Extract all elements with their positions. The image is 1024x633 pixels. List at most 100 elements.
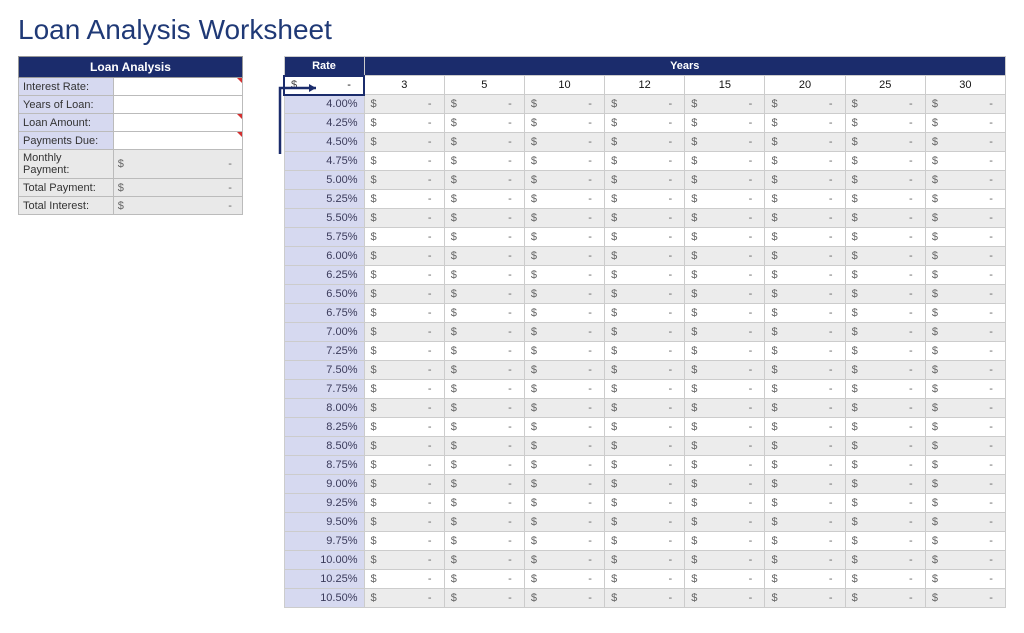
grid-cell[interactable]: $-: [364, 380, 444, 399]
loan-row-value[interactable]: [113, 96, 242, 114]
grid-cell[interactable]: $-: [925, 380, 1005, 399]
grid-cell[interactable]: $-: [685, 570, 765, 589]
grid-cell[interactable]: $-: [685, 228, 765, 247]
grid-cell[interactable]: $-: [364, 114, 444, 133]
grid-cell[interactable]: $-: [444, 266, 524, 285]
grid-cell[interactable]: $-: [765, 171, 845, 190]
grid-cell[interactable]: $-: [364, 152, 444, 171]
grid-cell[interactable]: $-: [524, 437, 604, 456]
grid-cell[interactable]: $-: [605, 532, 685, 551]
grid-cell[interactable]: $-: [524, 95, 604, 114]
grid-cell[interactable]: $-: [364, 304, 444, 323]
grid-cell[interactable]: $-: [364, 532, 444, 551]
grid-cell[interactable]: $-: [524, 190, 604, 209]
grid-cell[interactable]: $-: [685, 399, 765, 418]
grid-cell[interactable]: $-: [685, 133, 765, 152]
grid-cell[interactable]: $-: [364, 228, 444, 247]
grid-cell[interactable]: $-: [364, 456, 444, 475]
grid-cell[interactable]: $-: [364, 570, 444, 589]
grid-cell[interactable]: $-: [444, 114, 524, 133]
grid-cell[interactable]: $-: [364, 171, 444, 190]
grid-cell[interactable]: $-: [685, 361, 765, 380]
grid-cell[interactable]: $-: [845, 494, 925, 513]
grid-cell[interactable]: $-: [605, 266, 685, 285]
grid-cell[interactable]: $-: [444, 133, 524, 152]
grid-cell[interactable]: $-: [845, 589, 925, 608]
grid-cell[interactable]: $-: [845, 95, 925, 114]
grid-cell[interactable]: $-: [605, 190, 685, 209]
grid-cell[interactable]: $-: [364, 342, 444, 361]
grid-cell[interactable]: $-: [524, 513, 604, 532]
grid-cell[interactable]: $-: [765, 532, 845, 551]
grid-cell[interactable]: $-: [444, 418, 524, 437]
grid-cell[interactable]: $-: [364, 475, 444, 494]
grid-cell[interactable]: $-: [524, 247, 604, 266]
grid-cell[interactable]: $-: [524, 342, 604, 361]
grid-cell[interactable]: $-: [524, 418, 604, 437]
grid-cell[interactable]: $-: [845, 114, 925, 133]
grid-cell[interactable]: $-: [925, 513, 1005, 532]
grid-cell[interactable]: $-: [685, 247, 765, 266]
grid-cell[interactable]: $-: [925, 437, 1005, 456]
grid-cell[interactable]: $-: [685, 589, 765, 608]
grid-cell[interactable]: $-: [845, 285, 925, 304]
grid-cell[interactable]: $-: [605, 475, 685, 494]
grid-cell[interactable]: $-: [444, 190, 524, 209]
grid-cell[interactable]: $-: [685, 475, 765, 494]
grid-cell[interactable]: $-: [524, 361, 604, 380]
grid-cell[interactable]: $-: [765, 228, 845, 247]
grid-cell[interactable]: $-: [765, 513, 845, 532]
grid-cell[interactable]: $-: [925, 285, 1005, 304]
grid-cell[interactable]: $-: [364, 494, 444, 513]
grid-cell[interactable]: $-: [605, 380, 685, 399]
grid-cell[interactable]: $-: [925, 418, 1005, 437]
grid-cell[interactable]: $-: [925, 456, 1005, 475]
grid-cell[interactable]: $-: [605, 418, 685, 437]
grid-cell[interactable]: $-: [685, 418, 765, 437]
grid-cell[interactable]: $-: [685, 342, 765, 361]
grid-cell[interactable]: $-: [845, 437, 925, 456]
grid-cell[interactable]: $-: [364, 266, 444, 285]
grid-cell[interactable]: $-: [925, 589, 1005, 608]
grid-cell[interactable]: $-: [925, 228, 1005, 247]
loan-row-value[interactable]: [113, 132, 242, 150]
grid-cell[interactable]: $-: [444, 570, 524, 589]
grid-cell[interactable]: $-: [765, 304, 845, 323]
grid-cell[interactable]: $-: [524, 456, 604, 475]
grid-cell[interactable]: $-: [765, 95, 845, 114]
grid-cell[interactable]: $-: [524, 494, 604, 513]
grid-cell[interactable]: $-: [444, 171, 524, 190]
grid-cell[interactable]: $-: [685, 95, 765, 114]
grid-cell[interactable]: $-: [524, 551, 604, 570]
grid-cell[interactable]: $-: [845, 304, 925, 323]
grid-cell[interactable]: $-: [765, 589, 845, 608]
grid-cell[interactable]: $-: [524, 152, 604, 171]
grid-cell[interactable]: $-: [605, 589, 685, 608]
grid-cell[interactable]: $-: [605, 228, 685, 247]
grid-cell[interactable]: $-: [845, 380, 925, 399]
grid-cell[interactable]: $-: [444, 323, 524, 342]
grid-cell[interactable]: $-: [685, 114, 765, 133]
grid-cell[interactable]: $-: [524, 589, 604, 608]
grid-cell[interactable]: $-: [364, 285, 444, 304]
grid-cell[interactable]: $-: [444, 475, 524, 494]
grid-cell[interactable]: $-: [845, 342, 925, 361]
grid-cell[interactable]: $-: [685, 285, 765, 304]
grid-cell[interactable]: $-: [765, 437, 845, 456]
grid-cell[interactable]: $-: [364, 95, 444, 114]
grid-cell[interactable]: $-: [685, 190, 765, 209]
grid-cell[interactable]: $-: [605, 361, 685, 380]
grid-cell[interactable]: $-: [524, 475, 604, 494]
grid-cell[interactable]: $-: [605, 133, 685, 152]
grid-cell[interactable]: $-: [925, 532, 1005, 551]
grid-cell[interactable]: $-: [685, 209, 765, 228]
grid-cell[interactable]: $-: [845, 133, 925, 152]
grid-cell[interactable]: $-: [925, 114, 1005, 133]
grid-cell[interactable]: $-: [685, 532, 765, 551]
grid-cell[interactable]: $-: [925, 209, 1005, 228]
grid-cell[interactable]: $-: [765, 209, 845, 228]
grid-cell[interactable]: $-: [925, 361, 1005, 380]
grid-cell[interactable]: $-: [524, 399, 604, 418]
grid-cell[interactable]: $-: [444, 342, 524, 361]
grid-cell[interactable]: $-: [925, 570, 1005, 589]
